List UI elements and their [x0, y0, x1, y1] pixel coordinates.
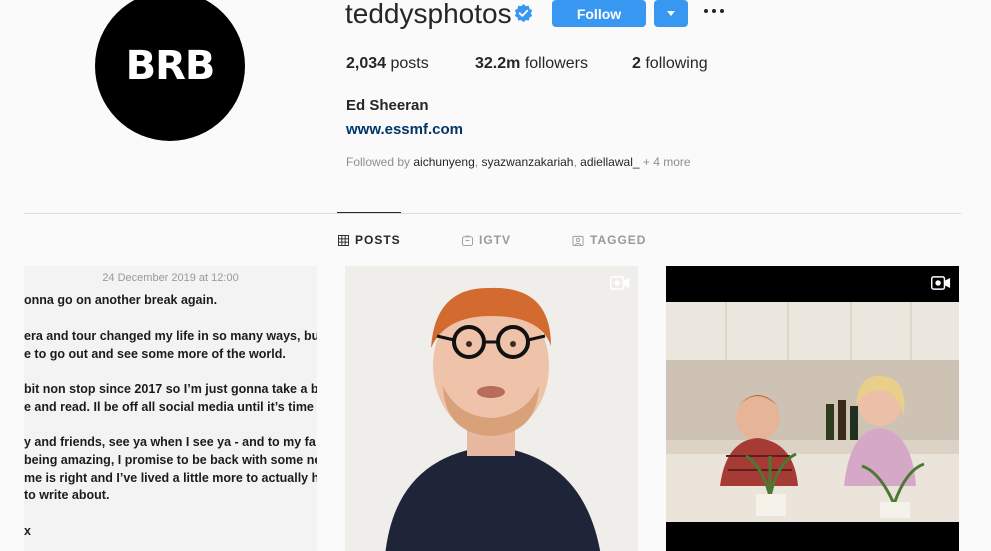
tab-posts-label: POSTS	[355, 233, 401, 247]
following-label: following	[645, 55, 708, 72]
note-line: bit non stop since 2017 so I’m just gonn…	[24, 382, 317, 396]
posts-count: 2,034	[346, 55, 387, 72]
followers-label: followers	[524, 55, 588, 72]
follower-name[interactable]: aichunyeng	[413, 155, 474, 169]
more-dot	[712, 9, 716, 13]
followed-by[interactable]: Followed by aichunyeng, syazwanzakariah,…	[346, 155, 691, 169]
avatar-text: BRB	[125, 43, 216, 89]
followers-count: 32.2m	[475, 55, 521, 72]
posts-label: posts	[390, 55, 429, 72]
post-thumbnail[interactable]	[345, 266, 638, 551]
followed-by-more[interactable]: + 4 more	[643, 155, 691, 169]
chevron-down-icon	[667, 11, 675, 16]
follow-button[interactable]: Follow	[552, 0, 646, 27]
follower-name[interactable]: adiellawal_	[580, 155, 639, 169]
follower-name[interactable]: syazwanzakariah	[481, 155, 573, 169]
note-line: x	[24, 524, 31, 538]
tab-tagged-label: TAGGED	[590, 233, 647, 247]
following-stat[interactable]: 2 following	[632, 55, 708, 73]
suggested-dropdown-button[interactable]	[654, 0, 688, 27]
tab-igtv[interactable]: IGTV	[462, 233, 511, 247]
video-camera-icon	[610, 276, 630, 290]
note-date: 24 December 2019 at 12:00	[102, 272, 239, 284]
note-line: onna go on another break again.	[24, 293, 218, 307]
note-line: being amazing, I promise to be back with…	[24, 453, 317, 467]
followers-stat[interactable]: 32.2m followers	[475, 55, 588, 73]
note-line: to write about.	[24, 488, 110, 502]
tab-igtv-label: IGTV	[479, 233, 512, 247]
followed-by-prefix: Followed by	[346, 155, 411, 169]
note-line: era and tour changed my life in so many …	[24, 329, 317, 343]
profile-avatar[interactable]: BRB	[95, 0, 245, 141]
post-thumbnail[interactable]: 24 December 2019 at 12:00 onna go on ano…	[24, 266, 317, 551]
note-line: e to go out and see some more of the wor…	[24, 347, 286, 361]
verified-badge-icon	[514, 4, 533, 23]
portrait-photo	[345, 266, 638, 551]
posts-stat: 2,034 posts	[346, 55, 429, 73]
tabs-divider	[24, 213, 961, 214]
profile-full-name: Ed Sheeran	[346, 97, 429, 114]
tag-portrait-icon	[572, 235, 584, 246]
note-line: me is right and I’ve lived a little more…	[24, 471, 317, 485]
video-camera-icon	[931, 276, 951, 290]
tab-posts[interactable]: POSTS	[338, 233, 401, 247]
kitchen-video-still	[666, 266, 959, 551]
grid-icon	[338, 234, 349, 246]
active-tab-indicator	[337, 212, 401, 213]
more-dot	[720, 9, 724, 13]
more-options-icon[interactable]	[704, 4, 724, 18]
note-line: y and friends, see ya when I see ya - an…	[24, 435, 316, 449]
igtv-icon	[462, 234, 473, 246]
following-count: 2	[632, 55, 641, 72]
post-thumbnail[interactable]	[666, 266, 959, 551]
more-dot	[704, 9, 708, 13]
profile-website-link[interactable]: www.essmf.com	[346, 121, 463, 138]
profile-username: teddysphotos	[345, 0, 512, 29]
tab-tagged[interactable]: TAGGED	[572, 233, 646, 247]
note-line: e and read. Il be off all social media u…	[24, 400, 317, 414]
